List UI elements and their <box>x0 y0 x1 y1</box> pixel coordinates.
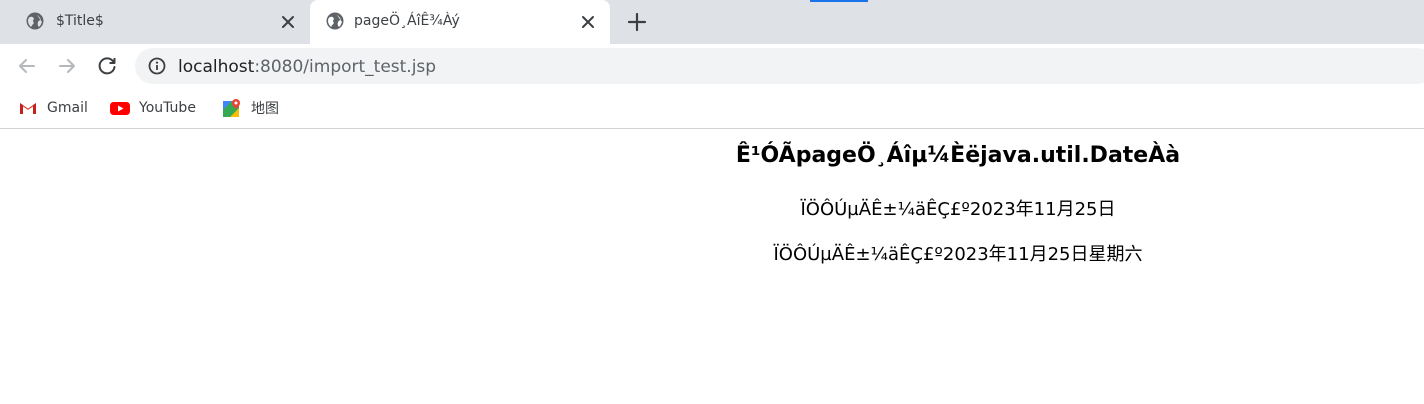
info-icon[interactable] <box>148 57 166 75</box>
url-host: localhost <box>178 57 255 77</box>
close-icon[interactable] <box>278 12 298 32</box>
page-heading: Ê¹ÓÃpageÖ¸Áîµ¼Èëjava.util.DateÀà <box>735 143 1181 168</box>
globe-icon <box>26 12 44 30</box>
tab-page-directive[interactable]: pageÖ¸ÁîÊ¾Àý <box>310 0 610 44</box>
back-icon[interactable] <box>15 54 39 78</box>
page-content: Ê¹ÓÃpageÖ¸Áîµ¼Èëjava.util.DateÀà ÏÖÔÚµÄÊ… <box>0 129 1424 404</box>
gmail-icon <box>20 103 36 114</box>
drag-indicator <box>810 0 868 2</box>
globe-icon <box>326 12 344 30</box>
new-tab-icon[interactable] <box>626 11 648 33</box>
bookmark-maps[interactable]: 地图 <box>222 97 279 119</box>
close-icon[interactable] <box>578 12 598 32</box>
bookmarks-bar: Gmail YouTube 地图 <box>0 88 1424 129</box>
url-text: localhost:8080/import_test.jsp <box>178 57 436 77</box>
tab-label: $Title$ <box>56 13 104 29</box>
forward-icon[interactable] <box>55 54 79 78</box>
reload-icon[interactable] <box>95 54 119 78</box>
maps-icon <box>223 99 240 117</box>
url-path: :8080/import_test.jsp <box>254 57 437 77</box>
date-line-1: ÏÖÔÚµÄÊ±¼äÊÇ£º2023年11月25日 <box>800 199 1116 220</box>
youtube-icon <box>110 102 130 115</box>
bookmark-gmail[interactable]: Gmail <box>18 97 88 119</box>
tab-strip: $Title$ pageÖ¸ÁîÊ¾Àý <box>0 0 1424 44</box>
tab-title[interactable]: $Title$ <box>8 0 310 44</box>
address-bar[interactable]: localhost:8080/import_test.jsp <box>135 48 1424 84</box>
date-line-2: ÏÖÔÚµÄÊ±¼äÊÇ£º2023年11月25日星期六 <box>773 244 1143 265</box>
browser-toolbar: localhost:8080/import_test.jsp <box>0 44 1424 88</box>
tab-label: pageÖ¸ÁîÊ¾Àý <box>354 13 460 29</box>
bookmark-youtube[interactable]: YouTube <box>110 97 196 119</box>
